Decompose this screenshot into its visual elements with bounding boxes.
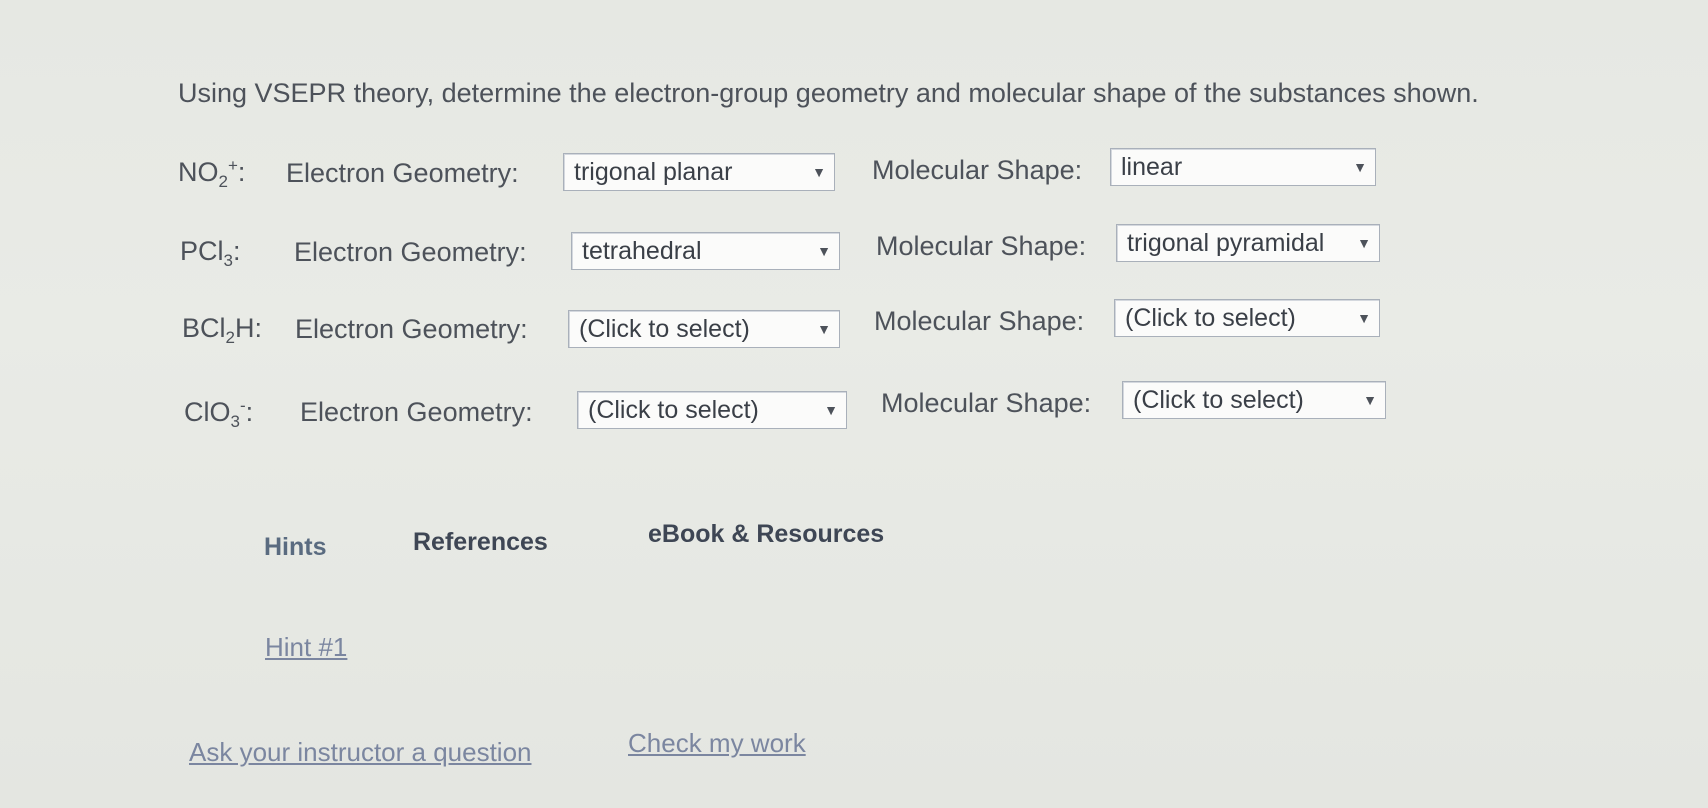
molecular-shape-select-pcl3[interactable]: trigonal pyramidal ▼ [1116,224,1380,262]
chevron-down-icon: ▼ [1357,235,1371,251]
molecular-shape-label: Molecular Shape: [874,306,1085,336]
selected-value: (Click to select) [579,314,750,343]
ask-instructor-link[interactable]: Ask your instructor a question [189,737,532,768]
check-my-work-link[interactable]: Check my work [628,728,806,759]
chevron-down-icon: ▼ [1353,159,1367,175]
molecular-shape-select-clo3[interactable]: (Click to select) ▼ [1122,381,1386,419]
selected-value: trigonal planar [574,157,733,186]
molecular-shape-select-no2[interactable]: linear ▼ [1110,148,1376,186]
selected-value: tetrahedral [582,236,702,265]
chevron-down-icon: ▼ [1357,310,1371,326]
formula-bcl2h: BCl2H: [182,312,262,347]
selected-value: trigonal pyramidal [1127,228,1325,257]
formula-no2: NO2+: [178,156,246,191]
molecular-shape-label: Molecular Shape: [881,388,1092,418]
molecular-shape-select-bcl2h[interactable]: (Click to select) ▼ [1114,299,1380,337]
molecular-shape-label: Molecular Shape: [872,155,1083,185]
electron-geometry-label: Electron Geometry: [295,314,528,344]
hint-1-link[interactable]: Hint #1 [265,632,347,663]
chevron-down-icon: ▼ [812,164,826,180]
tab-hints[interactable]: Hints [264,533,327,562]
row-no2: NO2+: [178,153,245,195]
chevron-down-icon: ▼ [1363,392,1377,408]
electron-geometry-select-bcl2h[interactable]: (Click to select) ▼ [568,310,840,348]
electron-geometry-select-no2[interactable]: trigonal planar ▼ [563,153,835,191]
selected-value: (Click to select) [588,395,759,424]
row-bcl2h: BCl2H: [182,309,262,351]
selected-value: linear [1121,152,1183,181]
electron-geometry-label: Electron Geometry: [294,237,527,267]
chevron-down-icon: ▼ [817,321,831,337]
chevron-down-icon: ▼ [817,243,831,259]
selected-value: (Click to select) [1125,303,1296,332]
electron-geometry-label: Electron Geometry: [300,397,533,427]
tab-references[interactable]: References [413,528,548,557]
chevron-down-icon: ▼ [824,402,838,418]
electron-geometry-select-clo3[interactable]: (Click to select) ▼ [577,391,847,429]
formula-clo3: ClO3-: [184,396,254,431]
electron-geometry-select-pcl3[interactable]: tetrahedral ▼ [571,232,840,270]
assignment-page: Using VSEPR theory, determine the electr… [0,0,1708,808]
row-clo3: ClO3-: [184,393,253,435]
row-pcl3: PCl3: [180,232,241,274]
molecular-shape-label: Molecular Shape: [876,231,1087,261]
selected-value: (Click to select) [1133,385,1304,414]
question-text: Using VSEPR theory, determine the electr… [178,78,1479,108]
electron-geometry-label: Electron Geometry: [286,158,519,188]
tab-ebook-resources[interactable]: eBook & Resources [648,520,884,549]
formula-pcl3: PCl3: [180,235,241,270]
